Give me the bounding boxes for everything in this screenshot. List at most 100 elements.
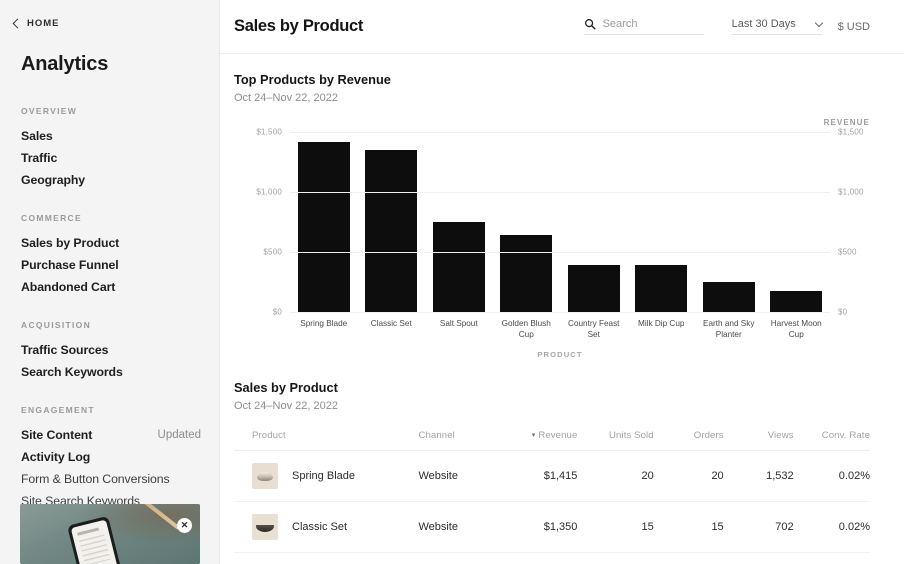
chart-y-tick-label: $500 <box>838 248 857 257</box>
chart-bars <box>290 132 830 312</box>
table-header-label: Channel <box>418 430 454 441</box>
product-name: Classic Set <box>292 521 347 533</box>
chart-card-title: Top Products by Revenue <box>234 72 870 87</box>
chart-bar[interactable] <box>433 222 485 312</box>
chart-x-tick-label: Earth and Sky Planter <box>695 318 763 340</box>
date-range-selector[interactable]: Last 30 Days <box>732 18 822 35</box>
product-cell: Classic Set <box>252 514 418 540</box>
sidebar-item-site-content[interactable]: Site ContentUpdated <box>0 424 219 446</box>
sidebar-item-form-button-conversions[interactable]: Form & Button Conversions <box>0 468 219 490</box>
chart-bar[interactable] <box>703 282 755 312</box>
sidebar-item-abandoned-cart[interactable]: Abandoned Cart <box>0 276 219 298</box>
sidebar-item-traffic-sources[interactable]: Traffic Sources <box>0 339 219 361</box>
table-body: Spring BladeWebsite$1,41520201,5320.02%C… <box>234 451 870 564</box>
table-header-label: Product <box>252 430 286 441</box>
product-image <box>256 525 274 532</box>
table-header-conv-rate[interactable]: Conv. Rate <box>794 412 870 451</box>
sidebar-item-purchase-funnel[interactable]: Purchase Funnel <box>0 254 219 276</box>
promo-card[interactable]: ✕ <box>20 504 200 564</box>
table-cell-revenue: $1,350 <box>501 502 577 553</box>
chart-y-tick-label: $1,000 <box>838 188 864 197</box>
chart-gridline <box>290 312 830 313</box>
table-card-title: Sales by Product <box>234 380 870 395</box>
chart-bar-slot <box>628 132 696 312</box>
chart-x-tick-label: Country Feast Set <box>560 318 628 340</box>
chart-x-axis-title: PRODUCT <box>290 350 830 359</box>
chart-x-tick-label: Harvest Moon Cup <box>763 318 831 340</box>
home-label: HOME <box>27 18 60 29</box>
chart-bar-slot <box>560 132 628 312</box>
chart-y-tick-label: $0 <box>838 308 847 317</box>
chart-y-axis-title: REVENUE <box>824 118 870 127</box>
sidebar-item-sales[interactable]: Sales <box>0 125 219 147</box>
chart-x-tick-label: Milk Dip Cup <box>628 318 696 340</box>
chart-bar-slot <box>763 132 831 312</box>
sidebar-nav: OVERVIEWSalesTrafficGeography COMMERCE Sal… <box>0 106 219 534</box>
table-cell-product: Classic Set <box>234 502 418 553</box>
chart-bar-slot <box>493 132 561 312</box>
chart-bar[interactable] <box>298 142 350 312</box>
table-cell-product: Spring Blade <box>234 451 418 502</box>
table-cell-channel: Website <box>418 451 501 502</box>
table-cell-units: 25 <box>577 553 653 564</box>
chart-gridline <box>290 252 830 253</box>
chart-bar[interactable] <box>365 150 417 312</box>
chart-bar-slot <box>290 132 358 312</box>
table-row[interactable]: Spring BladeWebsite$1,41520201,5320.02% <box>234 451 870 502</box>
chart-y-tick-label: $1,500 <box>838 128 864 137</box>
topbar: Sales by Product Last 30 Days $ USD <box>220 0 904 54</box>
sidebar-item-activity-log[interactable]: Activity Log <box>0 446 219 468</box>
table-header-orders[interactable]: Orders <box>654 412 724 451</box>
table-cell-orders: 25 <box>654 553 724 564</box>
sidebar-item-geography[interactable]: Geography <box>0 169 219 191</box>
sidebar-group-overview: OVERVIEWSalesTrafficGeography <box>0 106 219 191</box>
content-area: Top Products by Revenue Oct 24–Nov 22, 2… <box>220 54 904 564</box>
date-range-label: Last 30 Days <box>732 18 796 30</box>
table-row[interactable]: Classic SetWebsite$1,35015157020.02% <box>234 502 870 553</box>
table-cell-channel: Website <box>418 502 501 553</box>
sidebar-item-label: Purchase Funnel <box>21 258 119 272</box>
table-cell-product: Salt Spout <box>234 553 418 564</box>
product-thumbnail <box>252 514 278 540</box>
sidebar-item-label: Activity Log <box>21 450 90 464</box>
chevron-left-icon <box>13 19 23 29</box>
close-icon[interactable]: ✕ <box>177 518 192 533</box>
chart-bar[interactable] <box>635 265 687 312</box>
table-header-channel[interactable]: Channel <box>418 412 501 451</box>
table-row[interactable]: Salt SpoutWebsite$75025251,8110.01% <box>234 553 870 564</box>
page-title: Sales by Product <box>234 17 363 36</box>
chart-y-tick-label: $1,500 <box>256 128 282 137</box>
table-cell-views: 1,811 <box>724 553 794 564</box>
chart-bar[interactable] <box>568 265 620 312</box>
sidebar-group-label: COMMERCE <box>0 213 219 223</box>
table-header-label: Orders <box>694 430 724 441</box>
chart-bar[interactable] <box>500 235 552 312</box>
sidebar-item-sales-by-product[interactable]: Sales by Product <box>0 232 219 254</box>
sidebar-item-search-keywords[interactable]: Search Keywords <box>0 361 219 383</box>
sidebar-item-traffic[interactable]: Traffic <box>0 147 219 169</box>
search-input[interactable] <box>603 18 704 30</box>
product-name: Spring Blade <box>292 470 355 482</box>
table-header-product[interactable]: Product <box>234 412 418 451</box>
table-cell-views: 1,532 <box>724 451 794 502</box>
pencil-decor-icon <box>136 504 179 530</box>
table-cell-revenue: $750 <box>501 553 577 564</box>
table-header-row: Product Channel ▾RevenueUnits Sold OrdersVi… <box>234 412 870 451</box>
table-header-units-sold[interactable]: Units Sold <box>577 412 653 451</box>
chart-x-tick-label: Salt Spout <box>425 318 493 340</box>
sidebar-group-label: ENGAGEMENT <box>0 405 219 415</box>
search-box[interactable] <box>584 18 704 35</box>
table-header-views[interactable]: Views <box>724 412 794 451</box>
chart-bar[interactable] <box>770 291 822 312</box>
main-content: Sales by Product Last 30 Days $ USD <box>220 0 904 564</box>
chart-card-subtitle: Oct 24–Nov 22, 2022 <box>234 92 870 104</box>
app-root: HOME Analytics OVERVIEWSalesTrafficGeogr… <box>0 0 904 564</box>
sidebar-item-label: Form & Button Conversions <box>21 472 170 486</box>
currency-selector[interactable]: $ USD <box>838 21 870 33</box>
table-cell-conv: 0.02% <box>794 502 870 553</box>
home-back-link[interactable]: HOME <box>0 0 219 29</box>
topbar-actions: Last 30 Days $ USD <box>584 18 870 35</box>
table-cell-units: 20 <box>577 451 653 502</box>
table-header-revenue[interactable]: ▾Revenue <box>501 412 577 451</box>
table-cell-conv: 0.01% <box>794 553 870 564</box>
